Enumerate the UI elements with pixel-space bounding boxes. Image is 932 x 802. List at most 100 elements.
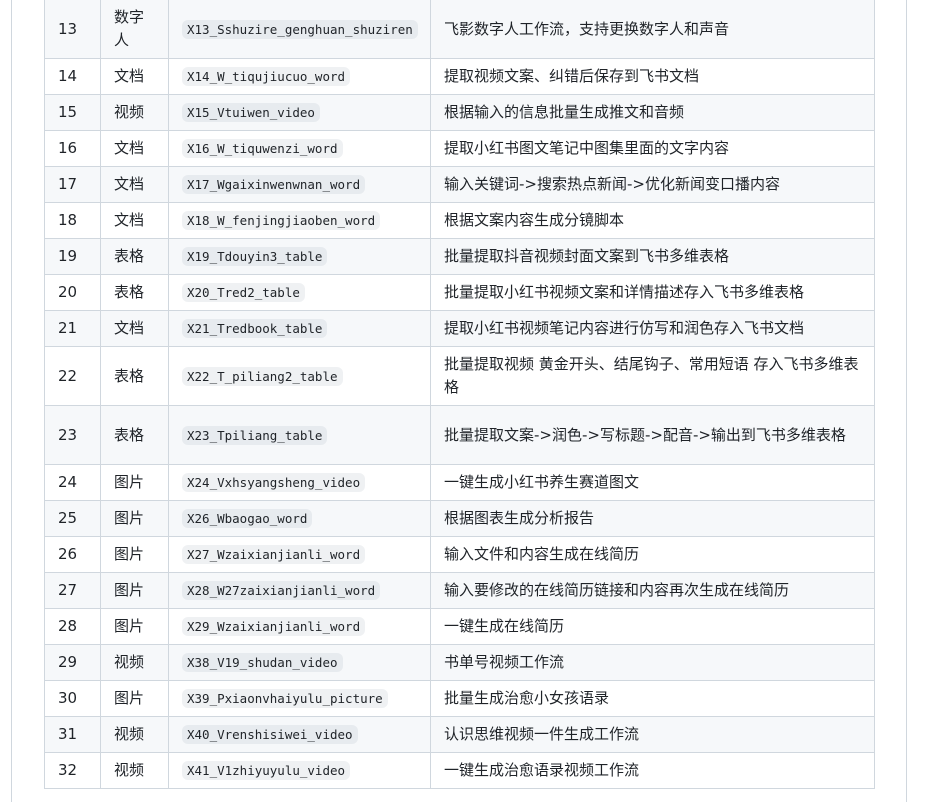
workflow-id-code: X40_Vrenshisiwei_video bbox=[182, 725, 358, 744]
row-type: 图片 bbox=[100, 464, 169, 501]
row-type: 表格 bbox=[100, 238, 169, 275]
row-id-cell: X14_W_tiqujiucuo_word bbox=[168, 58, 431, 95]
row-number: 27 bbox=[44, 572, 101, 609]
table-row: 27 图片 X28_W27zaixianjianli_word 输入要修改的在线简历链… bbox=[44, 572, 875, 609]
row-type: 表格 bbox=[100, 405, 169, 465]
row-id-cell: X26_Wbaogao_word bbox=[168, 500, 431, 537]
row-number: 32 bbox=[44, 752, 101, 789]
row-description: 根据图表生成分析报告 bbox=[430, 500, 875, 537]
workflow-id-code: X22_T_piliang2_table bbox=[182, 366, 343, 386]
workflow-id-code: X17_Wgaixinwenwnan_word bbox=[182, 175, 366, 194]
row-description: 批量提取视频 黄金开头、结尾钩子、常用短语 存入飞书多维表格 bbox=[430, 346, 875, 406]
row-type: 文档 bbox=[100, 310, 169, 347]
table-row: 23 表格 X23_Tpiliang_table 批量提取文案->润色->写标题->配… bbox=[44, 405, 875, 465]
row-id-cell: X29_Wzaixianjianli_word bbox=[168, 608, 431, 645]
row-type: 图片 bbox=[100, 500, 169, 537]
row-number: 15 bbox=[44, 94, 101, 131]
row-type: 数字人 bbox=[100, 0, 169, 59]
row-type: 视频 bbox=[100, 644, 169, 681]
workflow-id-code: X39_Pxiaonvhaiyulu_picture bbox=[182, 689, 388, 708]
row-number: 14 bbox=[44, 58, 101, 95]
row-description: 输入关键词->搜索热点新闻->优化新闻变口播内容 bbox=[430, 166, 875, 203]
workflow-id-code: X20_Tred2_table bbox=[182, 283, 305, 302]
row-number: 21 bbox=[44, 310, 101, 347]
row-type: 图片 bbox=[100, 608, 169, 645]
workflow-id-code: X23_Tpiliang_table bbox=[182, 425, 328, 445]
row-number: 31 bbox=[44, 716, 101, 753]
row-id-cell: X23_Tpiliang_table bbox=[168, 405, 431, 465]
table-row: 17 文档 X17_Wgaixinwenwnan_word 输入关键词->搜索热点新闻… bbox=[44, 166, 875, 203]
table-row: 26 图片 X27_Wzaixianjianli_word 输入文件和内容生成在线简历 bbox=[44, 536, 875, 573]
row-number: 29 bbox=[44, 644, 101, 681]
table-row: 19 表格 X19_Tdouyin3_table 批量提取抖音视频封面文案到飞书多维表… bbox=[44, 238, 875, 275]
row-id-cell: X18_W_fenjingjiaoben_word bbox=[168, 202, 431, 239]
row-id-cell: X39_Pxiaonvhaiyulu_picture bbox=[168, 680, 431, 717]
table-row: 16 文档 X16_W_tiquwenzi_word 提取小红书图文笔记中图集里面的文… bbox=[44, 130, 875, 167]
row-number: 28 bbox=[44, 608, 101, 645]
workflow-id-code: X27_Wzaixianjianli_word bbox=[182, 545, 366, 564]
row-id-cell: X38_V19_shudan_video bbox=[168, 644, 431, 681]
table-row: 21 文档 X21_Tredbook_table 提取小红书视频笔记内容进行仿写和润色… bbox=[44, 310, 875, 347]
row-type: 文档 bbox=[100, 166, 169, 203]
table-row: 25 图片 X26_Wbaogao_word 根据图表生成分析报告 bbox=[44, 500, 875, 537]
row-id-cell: X27_Wzaixianjianli_word bbox=[168, 536, 431, 573]
table-row: 14 文档 X14_W_tiqujiucuo_word 提取视频文案、纠错后保存到飞书… bbox=[44, 58, 875, 95]
row-id-cell: X19_Tdouyin3_table bbox=[168, 238, 431, 275]
row-number: 17 bbox=[44, 166, 101, 203]
row-description: 批量提取小红书视频文案和详情描述存入飞书多维表格 bbox=[430, 274, 875, 311]
row-description: 一键生成治愈语录视频工作流 bbox=[430, 752, 875, 789]
row-number: 30 bbox=[44, 680, 101, 717]
row-description: 批量提取文案->润色->写标题->配音->输出到飞书多维表格 bbox=[430, 405, 875, 465]
row-id-cell: X24_Vxhsyangsheng_video bbox=[168, 464, 431, 501]
row-description: 输入要修改的在线简历链接和内容再次生成在线简历 bbox=[430, 572, 875, 609]
row-description: 提取小红书视频笔记内容进行仿写和润色存入飞书文档 bbox=[430, 310, 875, 347]
row-description: 飞影数字人工作流，支持更换数字人和声音 bbox=[430, 0, 875, 59]
row-number: 19 bbox=[44, 238, 101, 275]
row-description: 一键生成在线简历 bbox=[430, 608, 875, 645]
row-type: 文档 bbox=[100, 58, 169, 95]
row-number: 16 bbox=[44, 130, 101, 167]
row-number: 26 bbox=[44, 536, 101, 573]
row-type: 视频 bbox=[100, 94, 169, 131]
row-type: 表格 bbox=[100, 274, 169, 311]
workflow-id-code: X14_W_tiqujiucuo_word bbox=[182, 67, 351, 86]
workflow-id-code: X26_Wbaogao_word bbox=[182, 509, 313, 528]
container-border-right bbox=[906, 0, 907, 802]
workflow-id-code: X41_V1zhiyuyulu_video bbox=[182, 761, 351, 780]
row-id-cell: X17_Wgaixinwenwnan_word bbox=[168, 166, 431, 203]
row-type: 图片 bbox=[100, 680, 169, 717]
workflow-id-code: X18_W_fenjingjiaoben_word bbox=[182, 211, 381, 230]
row-description: 根据文案内容生成分镜脚本 bbox=[430, 202, 875, 239]
row-id-cell: X13_Sshuzire_genghuan_shuziren bbox=[168, 0, 431, 59]
row-description: 提取视频文案、纠错后保存到飞书文档 bbox=[430, 58, 875, 95]
row-id-cell: X16_W_tiquwenzi_word bbox=[168, 130, 431, 167]
row-number: 13 bbox=[44, 0, 101, 59]
row-description: 输入文件和内容生成在线简历 bbox=[430, 536, 875, 573]
row-number: 25 bbox=[44, 500, 101, 537]
workflow-table: 13 数字人 X13_Sshuzire_genghuan_shuziren 飞影数字人… bbox=[44, 0, 875, 789]
row-number: 24 bbox=[44, 464, 101, 501]
row-description: 批量提取抖音视频封面文案到飞书多维表格 bbox=[430, 238, 875, 275]
row-id-cell: X21_Tredbook_table bbox=[168, 310, 431, 347]
workflow-id-code: X24_Vxhsyangsheng_video bbox=[182, 473, 366, 492]
table-row: 18 文档 X18_W_fenjingjiaoben_word 根据文案内容生成分镜脚… bbox=[44, 202, 875, 239]
row-id-cell: X40_Vrenshisiwei_video bbox=[168, 716, 431, 753]
table-row: 29 视频 X38_V19_shudan_video 书单号视频工作流 bbox=[44, 644, 875, 681]
row-id-cell: X41_V1zhiyuyulu_video bbox=[168, 752, 431, 789]
table-row: 24 图片 X24_Vxhsyangsheng_video 一键生成小红书养生赛道图文 bbox=[44, 464, 875, 501]
row-number: 22 bbox=[44, 346, 101, 406]
row-type: 视频 bbox=[100, 752, 169, 789]
workflow-id-code: X16_W_tiquwenzi_word bbox=[182, 139, 343, 158]
row-type: 文档 bbox=[100, 202, 169, 239]
row-type: 表格 bbox=[100, 346, 169, 406]
table-row: 30 图片 X39_Pxiaonvhaiyulu_picture 批量生成治愈小女孩语… bbox=[44, 680, 875, 717]
table-row: 32 视频 X41_V1zhiyuyulu_video 一键生成治愈语录视频工作流 bbox=[44, 752, 875, 789]
table-row: 20 表格 X20_Tred2_table 批量提取小红书视频文案和详情描述存入飞书多… bbox=[44, 274, 875, 311]
row-type: 视频 bbox=[100, 716, 169, 753]
row-description: 提取小红书图文笔记中图集里面的文字内容 bbox=[430, 130, 875, 167]
row-id-cell: X20_Tred2_table bbox=[168, 274, 431, 311]
workflow-id-code: X15_Vtuiwen_video bbox=[182, 103, 320, 122]
row-id-cell: X15_Vtuiwen_video bbox=[168, 94, 431, 131]
workflow-id-code: X28_W27zaixianjianli_word bbox=[182, 581, 381, 600]
workflow-id-code: X21_Tredbook_table bbox=[182, 319, 328, 338]
